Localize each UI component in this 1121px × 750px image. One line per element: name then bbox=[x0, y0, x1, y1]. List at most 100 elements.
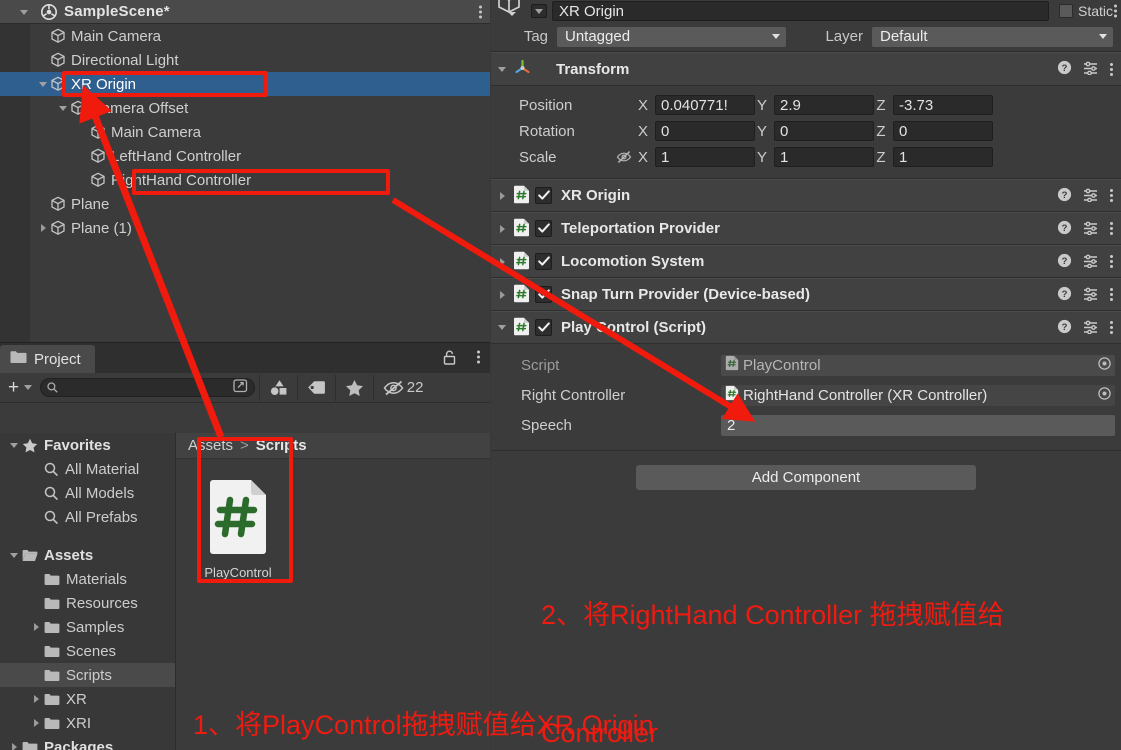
hierarchy-item-plane[interactable]: Plane bbox=[0, 192, 490, 216]
project-tree-item-favorites[interactable]: Favorites bbox=[0, 433, 175, 457]
project-menu-icon[interactable] bbox=[477, 350, 480, 364]
scene-foldout-arrow[interactable] bbox=[20, 10, 28, 15]
transform-position-x-field[interactable]: 0.040771! bbox=[655, 95, 755, 115]
hierarchy-item-main-camera[interactable]: Main Camera bbox=[0, 24, 490, 48]
component-foldout-arrow[interactable] bbox=[499, 191, 505, 200]
project-foldout-arrow[interactable] bbox=[11, 743, 17, 750]
lock-icon[interactable] bbox=[443, 350, 456, 368]
component-enabled-checkbox[interactable] bbox=[535, 253, 552, 270]
help-icon[interactable]: ? bbox=[1057, 187, 1072, 205]
component-menu-icon[interactable] bbox=[1110, 321, 1113, 334]
favorites-star-icon[interactable] bbox=[336, 373, 373, 403]
project-tree-item-assets[interactable]: Assets bbox=[0, 543, 175, 567]
preset-icon[interactable] bbox=[1083, 286, 1099, 304]
help-icon[interactable]: ? bbox=[1057, 286, 1072, 304]
project-tree-item-packages[interactable]: Packages bbox=[0, 735, 175, 750]
component-foldout-arrow[interactable] bbox=[499, 224, 505, 233]
component-enabled-checkbox[interactable] bbox=[535, 187, 552, 204]
project-tree-item-all-prefabs[interactable]: All Prefabs bbox=[0, 505, 175, 529]
project-foldout-arrow[interactable] bbox=[33, 695, 39, 703]
hierarchy-foldout-arrow[interactable] bbox=[40, 224, 46, 232]
static-dropdown-icon[interactable] bbox=[1114, 4, 1117, 18]
project-tree-item-scenes[interactable]: Scenes bbox=[0, 639, 175, 663]
field-value-right-controller[interactable]: RightHand Controller (XR Controller) bbox=[721, 384, 1115, 406]
field-value-script[interactable]: PlayControl bbox=[721, 354, 1115, 376]
transform-rotation-x-field[interactable]: 0 bbox=[655, 121, 755, 141]
transform-rotation-y-field[interactable]: 0 bbox=[774, 121, 874, 141]
component-header-xr-origin[interactable]: XR Origin? bbox=[491, 179, 1121, 212]
object-active-checkbox[interactable] bbox=[531, 4, 547, 18]
field-value-speech[interactable]: 2 bbox=[721, 414, 1115, 436]
object-name-field[interactable]: XR Origin bbox=[552, 1, 1049, 21]
project-foldout-arrow[interactable] bbox=[33, 719, 39, 727]
component-header-locomotion-system[interactable]: Locomotion System? bbox=[491, 245, 1121, 278]
component-header-transform[interactable]: Transform ? bbox=[491, 52, 1121, 86]
project-foldout-arrow[interactable] bbox=[10, 442, 18, 448]
component-header-teleportation-provider[interactable]: Teleportation Provider? bbox=[491, 212, 1121, 245]
transform-scale-x-field[interactable]: 1 bbox=[655, 147, 755, 167]
project-tree-item-materials[interactable]: Materials bbox=[0, 567, 175, 591]
preset-icon[interactable] bbox=[1083, 187, 1099, 205]
search-input[interactable] bbox=[62, 380, 234, 395]
hierarchy-item-righthand-controller[interactable]: RightHand Controller bbox=[0, 168, 490, 192]
project-search[interactable] bbox=[40, 378, 256, 397]
component-enabled-checkbox[interactable] bbox=[535, 286, 552, 303]
preset-icon[interactable] bbox=[1083, 60, 1099, 78]
object-picker-icon[interactable] bbox=[1098, 386, 1111, 404]
project-tree-item-all-models[interactable]: All Models bbox=[0, 481, 175, 505]
component-foldout-arrow[interactable] bbox=[499, 290, 505, 299]
transform-foldout-arrow[interactable] bbox=[498, 66, 506, 72]
component-header-snap-turn-provider-device-based[interactable]: Snap Turn Provider (Device-based)? bbox=[491, 278, 1121, 311]
help-icon[interactable]: ? bbox=[1057, 319, 1072, 337]
preset-icon[interactable] bbox=[1083, 319, 1099, 337]
tab-project[interactable]: Project bbox=[0, 345, 95, 373]
component-menu-icon[interactable] bbox=[1110, 222, 1113, 235]
hierarchy-item-lefthand-controller[interactable]: LeftHand Controller bbox=[0, 144, 490, 168]
hierarchy-item-directional-light[interactable]: Directional Light bbox=[0, 48, 490, 72]
transform-position-z-field[interactable]: -3.73 bbox=[893, 95, 993, 115]
help-icon[interactable]: ? bbox=[1057, 253, 1072, 271]
component-header-play-control-script[interactable]: Play Control (Script)? bbox=[491, 311, 1121, 344]
scale-link-off-icon[interactable] bbox=[616, 150, 632, 164]
search-expand-icon[interactable] bbox=[233, 379, 248, 396]
project-foldout-arrow[interactable] bbox=[33, 623, 39, 631]
hierarchy-menu-icon[interactable] bbox=[479, 5, 482, 18]
hierarchy-item-main-camera[interactable]: Main Camera bbox=[0, 120, 490, 144]
layer-dropdown[interactable]: Default bbox=[872, 26, 1113, 47]
hierarchy-item-xr-origin[interactable]: XR Origin bbox=[0, 72, 490, 96]
static-toggle[interactable]: Static bbox=[1058, 3, 1113, 19]
asset-item-playcontrol[interactable]: PlayControl bbox=[202, 473, 274, 580]
transform-position-y-field[interactable]: 2.9 bbox=[774, 95, 874, 115]
project-tree-item-all-material[interactable]: All Material bbox=[0, 457, 175, 481]
help-icon[interactable]: ? bbox=[1057, 220, 1072, 238]
component-foldout-arrow[interactable] bbox=[499, 257, 505, 266]
hierarchy-foldout-arrow[interactable] bbox=[59, 105, 67, 111]
component-enabled-checkbox[interactable] bbox=[535, 220, 552, 237]
tag-dropdown[interactable]: Untagged bbox=[557, 26, 786, 47]
hierarchy-scene-header[interactable]: SampleScene* bbox=[0, 0, 490, 24]
component-foldout-arrow[interactable] bbox=[498, 325, 506, 330]
help-icon[interactable]: ? bbox=[1057, 60, 1072, 78]
transform-scale-z-field[interactable]: 1 bbox=[893, 147, 993, 167]
project-tree-item-xri[interactable]: XRI bbox=[0, 711, 175, 735]
create-asset-button[interactable]: + bbox=[0, 378, 38, 397]
project-tree-item-resources[interactable]: Resources bbox=[0, 591, 175, 615]
component-menu-icon[interactable] bbox=[1110, 189, 1113, 202]
component-enabled-checkbox[interactable] bbox=[535, 319, 552, 336]
preset-icon[interactable] bbox=[1083, 220, 1099, 238]
component-menu-icon[interactable] bbox=[1110, 255, 1113, 268]
hierarchy-item-plane-1[interactable]: Plane (1) bbox=[0, 216, 490, 240]
breadcrumb-root[interactable]: Assets bbox=[188, 437, 233, 454]
static-checkbox[interactable] bbox=[1058, 4, 1073, 18]
object-picker-icon[interactable] bbox=[1098, 356, 1111, 374]
component-menu-icon[interactable] bbox=[1110, 62, 1113, 76]
project-tree-item-scripts[interactable]: Scripts bbox=[0, 663, 175, 687]
hierarchy-foldout-arrow[interactable] bbox=[39, 81, 47, 87]
filter-by-type-icon[interactable] bbox=[260, 373, 297, 403]
transform-scale-y-field[interactable]: 1 bbox=[774, 147, 874, 167]
preset-icon[interactable] bbox=[1083, 253, 1099, 271]
hidden-assets-toggle[interactable]: 22 bbox=[374, 373, 432, 403]
filter-by-label-icon[interactable] bbox=[298, 373, 335, 403]
transform-rotation-z-field[interactable]: 0 bbox=[893, 121, 993, 141]
add-component-button[interactable]: Add Component bbox=[636, 465, 976, 490]
